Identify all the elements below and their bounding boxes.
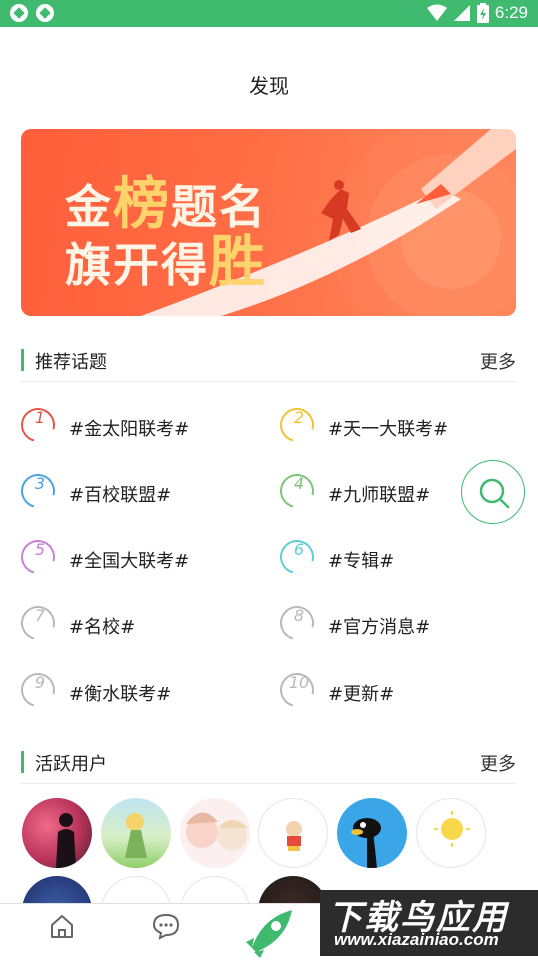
search-button[interactable]: [461, 460, 525, 524]
topic-rank-number: 5: [34, 540, 46, 559]
banner-accent-text: 胜: [209, 229, 267, 295]
status-time: 6:29: [494, 3, 528, 22]
topic-rank-number: 6: [293, 540, 305, 559]
topics-section-header: 推荐话题 更多: [21, 341, 516, 382]
watermark-url: www.xiazainiao.com: [334, 930, 499, 949]
section-accent-bar: [21, 751, 24, 773]
topic-label: #更新#: [328, 684, 395, 705]
topic-item[interactable]: 9 #衡水联考#: [14, 666, 251, 714]
avatar-image: [434, 811, 470, 847]
rocket-icon: [246, 910, 292, 958]
topic-rank-number: 1: [34, 408, 46, 427]
users-section-header: 活跃用户 更多: [21, 743, 516, 784]
nav-home[interactable]: [48, 912, 76, 944]
notification-icon: [36, 4, 54, 22]
avatar-image: [286, 821, 302, 851]
notification-icon: [10, 4, 28, 22]
avatar[interactable]: [416, 798, 486, 868]
banner-text: 旗开得: [65, 238, 209, 292]
topic-label: #全国大联考#: [69, 551, 190, 572]
avatar-image: [56, 813, 76, 868]
topic-label: #九师联盟#: [328, 485, 431, 506]
topic-rank-number: 9: [34, 673, 46, 692]
page-title: 发现: [249, 74, 289, 98]
topic-label: #天一大联考#: [328, 419, 449, 440]
avatar[interactable]: [180, 798, 250, 868]
avatar[interactable]: [22, 798, 92, 868]
promo-banner[interactable]: 金榜题名 旗开得胜: [21, 129, 516, 316]
topic-label: #金太阳联考#: [69, 419, 190, 440]
banner-headline-2: 旗开得胜: [65, 217, 267, 298]
home-icon: [51, 915, 73, 938]
avatar-image: [351, 818, 381, 868]
topics-more-link[interactable]: 更多: [480, 348, 516, 374]
topic-label: #专辑#: [328, 551, 395, 572]
topic-item[interactable]: 3 #百校联盟#: [14, 467, 251, 515]
topic-label: #百校联盟#: [69, 485, 172, 506]
topic-item[interactable]: 7 #名校#: [14, 599, 251, 647]
status-system-icons: 6:29: [426, 3, 528, 23]
status-bar: 6:29: [0, 0, 538, 27]
topic-item[interactable]: 1 #金太阳联考#: [14, 401, 251, 449]
avatar[interactable]: [258, 798, 328, 868]
topic-item[interactable]: 2 #天一大联考#: [273, 401, 510, 449]
avatar-image: [186, 812, 248, 851]
avatar-image: [125, 813, 147, 858]
signal-icon: [453, 5, 470, 21]
topic-item[interactable]: 10 #更新#: [273, 666, 510, 714]
topic-rank-number: 4: [293, 474, 305, 493]
watermark: 下载鸟应用 www.xiazainiao.com: [320, 890, 538, 956]
topic-rank-number: 10: [288, 673, 310, 692]
chat-icon: [152, 913, 180, 940]
topic-label: #衡水联考#: [69, 684, 172, 705]
users-more-link[interactable]: 更多: [480, 750, 516, 776]
avatar[interactable]: [101, 798, 171, 868]
wifi-icon: [426, 4, 447, 21]
topic-rank-number: 2: [293, 408, 305, 427]
status-notifications: [10, 4, 54, 22]
topic-rank-number: 7: [34, 606, 46, 625]
battery-icon: [476, 3, 489, 23]
topic-label: #名校#: [69, 617, 136, 638]
topic-item[interactable]: 6 #专辑#: [273, 533, 510, 581]
avatar[interactable]: [337, 798, 407, 868]
search-icon: [479, 478, 510, 509]
topic-rank-number: 8: [293, 606, 305, 625]
topic-rank-number: 3: [34, 474, 46, 493]
nav-messages[interactable]: [152, 912, 180, 944]
topic-item[interactable]: 5 #全国大联考#: [14, 533, 251, 581]
nav-discover[interactable]: [242, 908, 296, 962]
topic-label: #官方消息#: [328, 617, 431, 638]
topics-section-title: 推荐话题: [35, 352, 107, 373]
topic-item[interactable]: 8 #官方消息#: [273, 599, 510, 647]
users-section-title: 活跃用户: [35, 754, 107, 775]
section-accent-bar: [21, 349, 24, 371]
